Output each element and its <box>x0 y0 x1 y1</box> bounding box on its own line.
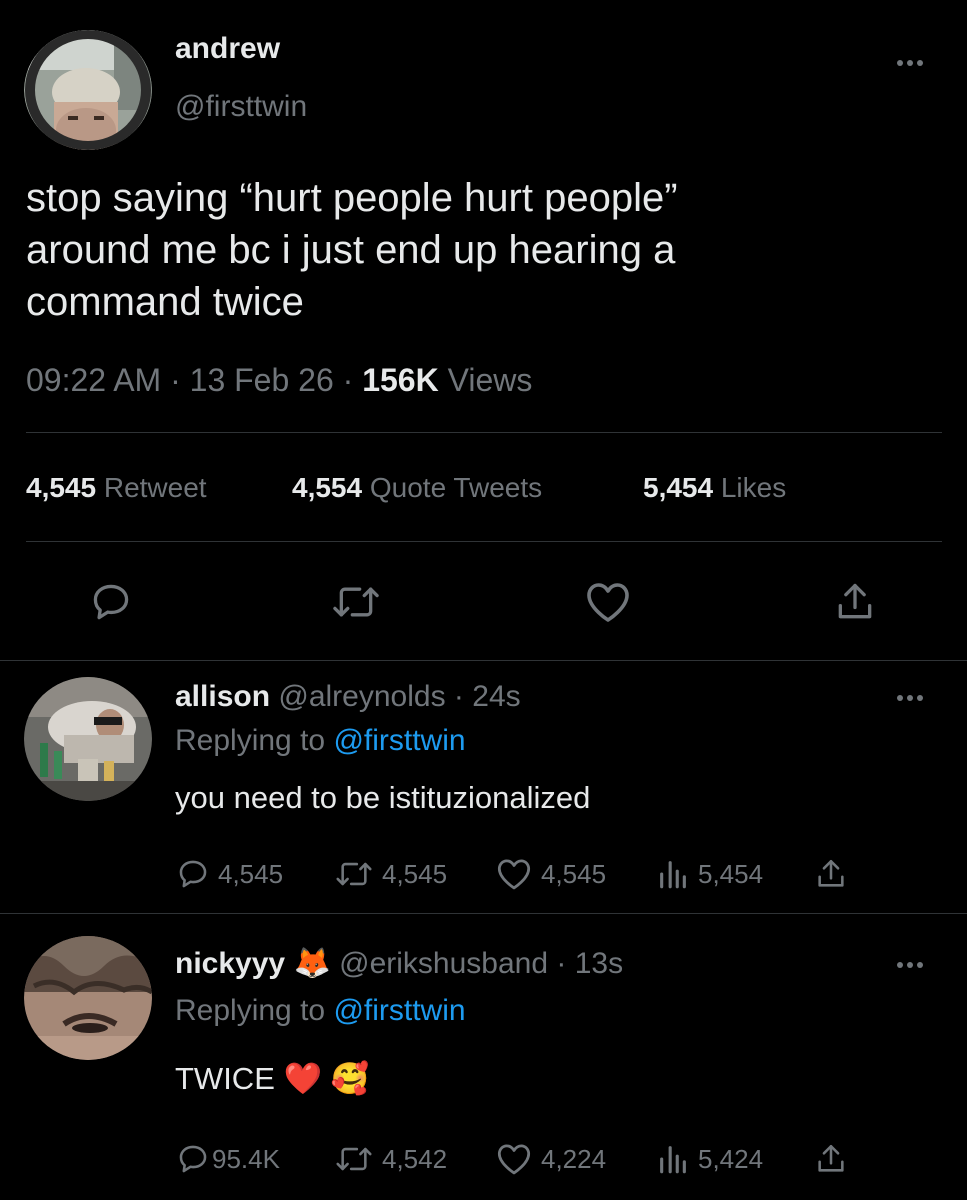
more-icon[interactable] <box>897 695 923 701</box>
retweet-count: 4,542 <box>382 1143 448 1174</box>
tweet-date[interactable]: 13 Feb 26 <box>190 362 334 398</box>
divider <box>26 432 942 433</box>
meta-separator: · <box>170 362 181 398</box>
meta-separator: · <box>342 362 354 398</box>
retweet-icon <box>336 1147 372 1171</box>
share-icon[interactable] <box>833 580 877 624</box>
tweet-time[interactable]: 09:22 AM <box>26 362 161 398</box>
replying-to-label: Replying to <box>175 724 326 757</box>
retweet-stat[interactable]: 4,545 Retweet <box>26 472 207 504</box>
retweet-count: 4,545 <box>382 858 448 889</box>
reply-icon <box>179 860 207 888</box>
retweet-icon[interactable] <box>330 580 382 624</box>
avatar[interactable] <box>24 936 152 1060</box>
reply-count: 95.4K <box>212 1143 280 1174</box>
quote-stat[interactable]: 4,554 Quote Tweets <box>292 472 542 504</box>
reply-author-handle[interactable]: @alreynolds <box>278 680 445 713</box>
reply-metric[interactable]: 4,545 <box>176 857 283 891</box>
reply-author-name[interactable]: allison <box>175 680 270 713</box>
reply-metric[interactable]: 95.4K <box>176 1142 280 1176</box>
views-metric[interactable]: 5,424 <box>656 1142 763 1176</box>
reply-header: allison @alreynolds · 24s <box>175 680 521 714</box>
reply-time[interactable]: 24s <box>472 680 520 713</box>
like-count: 4,224 <box>541 1143 607 1174</box>
reply-count: 4,545 <box>218 858 284 889</box>
avatar[interactable] <box>24 677 152 801</box>
quote-count: 4,554 <box>292 472 363 503</box>
reply-author-name[interactable]: nickyyy <box>175 947 285 980</box>
fox-emoji: 🦊 <box>293 947 331 980</box>
meta-separator: · <box>556 947 567 980</box>
retweet-count: 4,545 <box>26 472 97 503</box>
views-count: 156K <box>362 362 439 398</box>
views-count: 5,454 <box>698 858 764 889</box>
views-icon <box>660 861 686 889</box>
tweet-text: stop saying “hurt people hurt people” ar… <box>26 172 678 328</box>
retweet-metric[interactable]: 4,542 <box>334 1142 447 1176</box>
reply-icon[interactable] <box>88 580 134 624</box>
avatar[interactable] <box>24 30 152 150</box>
tweet-text-line: command twice <box>26 280 304 324</box>
replying-to: Replying to @firsttwin <box>175 724 466 758</box>
views-metric[interactable]: 5,454 <box>656 857 763 891</box>
divider <box>26 541 942 542</box>
views-label: Views <box>447 362 533 398</box>
likes-label: Likes <box>720 472 787 503</box>
tweet-text-line: stop saying “hurt people hurt people” <box>26 176 678 220</box>
heart-emoji: ❤️ 🥰 <box>283 1061 370 1096</box>
like-icon <box>497 1144 531 1175</box>
reply-author-handle[interactable]: @erikshusband <box>339 947 548 980</box>
like-count: 4,545 <box>541 858 607 889</box>
like-icon <box>497 859 531 890</box>
more-icon[interactable] <box>897 60 923 66</box>
like-metric[interactable]: 4,545 <box>495 857 606 891</box>
author-handle[interactable]: @firsttwin <box>175 90 307 124</box>
divider <box>0 660 967 661</box>
retweet-icon <box>336 862 372 886</box>
quote-label: Quote Tweets <box>369 472 543 503</box>
views-count: 5,424 <box>698 1143 764 1174</box>
replying-to-handle[interactable]: @firsttwin <box>333 724 465 757</box>
views-icon <box>660 1146 686 1174</box>
like-icon[interactable] <box>584 580 632 624</box>
retweet-metric[interactable]: 4,545 <box>334 857 447 891</box>
reply-text: TWICE ❤️ 🥰 <box>175 1060 369 1097</box>
replying-to: Replying to @firsttwin <box>175 994 466 1028</box>
reply-icon <box>179 1145 207 1173</box>
more-icon[interactable] <box>897 962 923 968</box>
reply-text-body: TWICE <box>175 1061 275 1096</box>
divider <box>0 913 967 914</box>
tweet-text-line: around me bc i just end up hearing a <box>26 228 676 272</box>
reply-header: nickyyy 🦊 @erikshusband · 13s <box>175 946 623 981</box>
replying-to-handle[interactable]: @firsttwin <box>333 994 465 1027</box>
author-name[interactable]: andrew <box>175 32 280 66</box>
share-icon[interactable] <box>814 1142 848 1176</box>
tweet-meta: 09:22 AM · 13 Feb 26 · 156K Views <box>26 362 532 399</box>
meta-separator: · <box>453 680 464 713</box>
like-metric[interactable]: 4,224 <box>495 1142 606 1176</box>
likes-count: 5,454 <box>643 472 714 503</box>
retweet-label: Retweet <box>103 472 207 503</box>
reply-time[interactable]: 13s <box>575 947 623 980</box>
share-icon[interactable] <box>814 857 848 891</box>
replying-to-label: Replying to <box>175 994 326 1027</box>
reply-text: you need to be istituzionalized <box>175 780 591 815</box>
likes-stat[interactable]: 5,454 Likes <box>643 472 786 504</box>
